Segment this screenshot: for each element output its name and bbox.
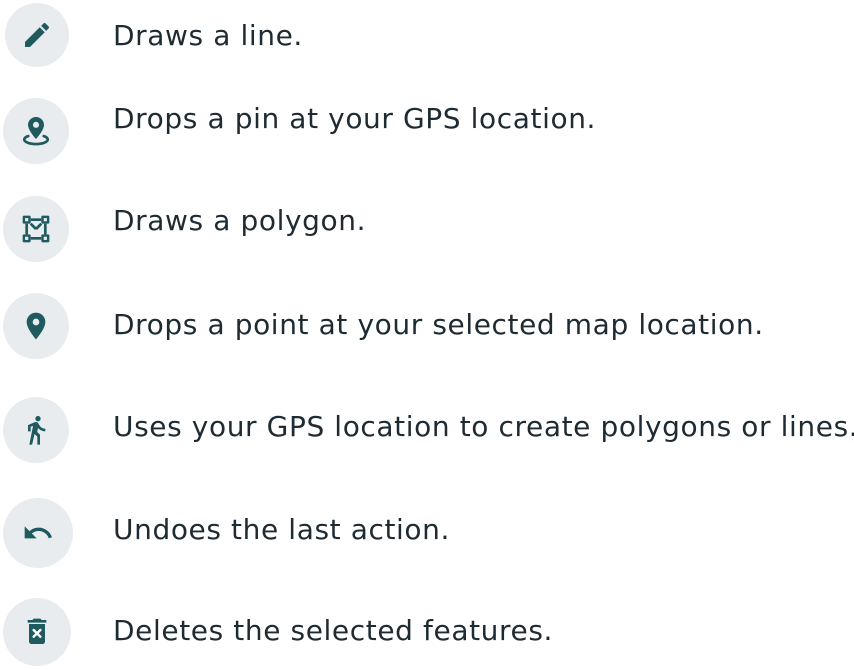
gps-pin-button[interactable] xyxy=(3,98,69,164)
legend-description: Uses your GPS location to create polygon… xyxy=(113,410,854,443)
legend-description: Deletes the selected features. xyxy=(113,614,554,647)
gps-pin-icon xyxy=(22,117,50,146)
legend-description: Undoes the last action. xyxy=(113,513,451,546)
delete-button[interactable] xyxy=(3,598,71,666)
legend-row-delete: Deletes the selected features. xyxy=(0,598,854,670)
legend-row-gps-pin: Drops a pin at your GPS location. xyxy=(0,98,854,170)
trash-icon xyxy=(27,618,47,644)
legend-description: Drops a pin at your GPS location. xyxy=(113,102,597,135)
legend-row-drop-point: Drops a point at your selected map locat… xyxy=(0,293,854,365)
legend-description: Drops a point at your selected map locat… xyxy=(113,308,764,341)
draw-polygon-button[interactable] xyxy=(3,196,69,262)
polygon-icon xyxy=(22,215,50,243)
legend-description: Draws a polygon. xyxy=(113,204,367,237)
draw-line-button[interactable] xyxy=(5,3,69,67)
tool-legend: Draws a line. Drops a pin at your GPS lo… xyxy=(0,0,854,666)
walking-person-icon xyxy=(28,416,46,445)
drop-point-button[interactable] xyxy=(3,293,69,359)
undo-icon xyxy=(24,526,52,539)
legend-row-draw-line: Draws a line. xyxy=(0,3,854,75)
legend-row-draw-polygon: Draws a polygon. xyxy=(0,196,854,268)
legend-description: Draws a line. xyxy=(113,19,303,52)
pencil-icon xyxy=(25,22,50,47)
map-marker-icon xyxy=(26,312,46,340)
gps-trace-button[interactable] xyxy=(3,397,69,463)
legend-row-gps-trace: Uses your GPS location to create polygon… xyxy=(0,397,854,469)
undo-button[interactable] xyxy=(3,498,73,568)
legend-row-undo: Undoes the last action. xyxy=(0,498,854,570)
